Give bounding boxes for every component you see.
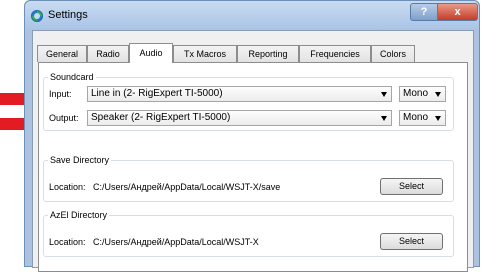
save-directory-group: Save Directory Location: C:/Users/Андрей… bbox=[43, 155, 454, 202]
azel-directory-group: AzEl Directory Location: C:/Users/Андрей… bbox=[43, 210, 454, 257]
save-select-button[interactable]: Select bbox=[380, 178, 443, 195]
help-button[interactable]: ? bbox=[410, 3, 438, 21]
tab-tx-macros[interactable]: Tx Macros bbox=[173, 45, 237, 62]
output-channel-select[interactable]: Mono bbox=[399, 110, 446, 126]
soundcard-title: Soundcard bbox=[48, 72, 96, 82]
chevron-down-icon bbox=[381, 116, 387, 121]
tab-audio[interactable]: Audio bbox=[129, 43, 173, 63]
save-path-value: C:/Users/Андрей/AppData/Local/WSJT-X/sav… bbox=[93, 182, 281, 192]
close-button[interactable]: x bbox=[437, 3, 478, 21]
tab-colors[interactable]: Colors bbox=[371, 45, 415, 62]
save-location-label: Location: bbox=[49, 182, 86, 192]
tab-frequencies[interactable]: Frequencies bbox=[299, 45, 371, 62]
dialog-client: General Radio Audio Tx Macros Reporting … bbox=[32, 30, 474, 272]
title-bar[interactable]: Settings ? x bbox=[25, 1, 479, 30]
azel-select-button[interactable]: Select bbox=[380, 233, 443, 250]
output-channel-value: Mono bbox=[403, 112, 429, 123]
soundcard-group: Soundcard Input: Line in (2- RigExpert T… bbox=[43, 72, 454, 131]
output-device-value: Speaker (2- RigExpert TI-5000) bbox=[91, 112, 231, 123]
window-title: Settings bbox=[48, 9, 88, 21]
input-label: Input: bbox=[49, 89, 72, 99]
tab-general[interactable]: General bbox=[37, 45, 87, 62]
output-device-select[interactable]: Speaker (2- RigExpert TI-5000) bbox=[87, 110, 392, 126]
azel-directory-title: AzEl Directory bbox=[48, 210, 110, 220]
chevron-down-icon bbox=[435, 92, 441, 97]
save-directory-title: Save Directory bbox=[48, 155, 112, 165]
input-device-value: Line in (2- RigExpert TI-5000) bbox=[91, 88, 223, 99]
azel-location-label: Location: bbox=[49, 237, 86, 247]
chevron-down-icon bbox=[435, 116, 441, 121]
audio-panel: Soundcard Input: Line in (2- RigExpert T… bbox=[38, 62, 468, 272]
input-channel-value: Mono bbox=[403, 88, 429, 99]
input-device-select[interactable]: Line in (2- RigExpert TI-5000) bbox=[87, 86, 392, 102]
chevron-down-icon bbox=[381, 92, 387, 97]
settings-window: Settings ? x General Radio Audio Tx Macr… bbox=[24, 0, 480, 272]
input-channel-select[interactable]: Mono bbox=[399, 86, 446, 102]
app-icon bbox=[31, 10, 43, 22]
azel-path-value: C:/Users/Андрей/AppData/Local/WSJT-X bbox=[93, 237, 259, 247]
output-label: Output: bbox=[49, 113, 79, 123]
tab-reporting[interactable]: Reporting bbox=[237, 45, 299, 62]
tab-radio[interactable]: Radio bbox=[87, 45, 129, 62]
